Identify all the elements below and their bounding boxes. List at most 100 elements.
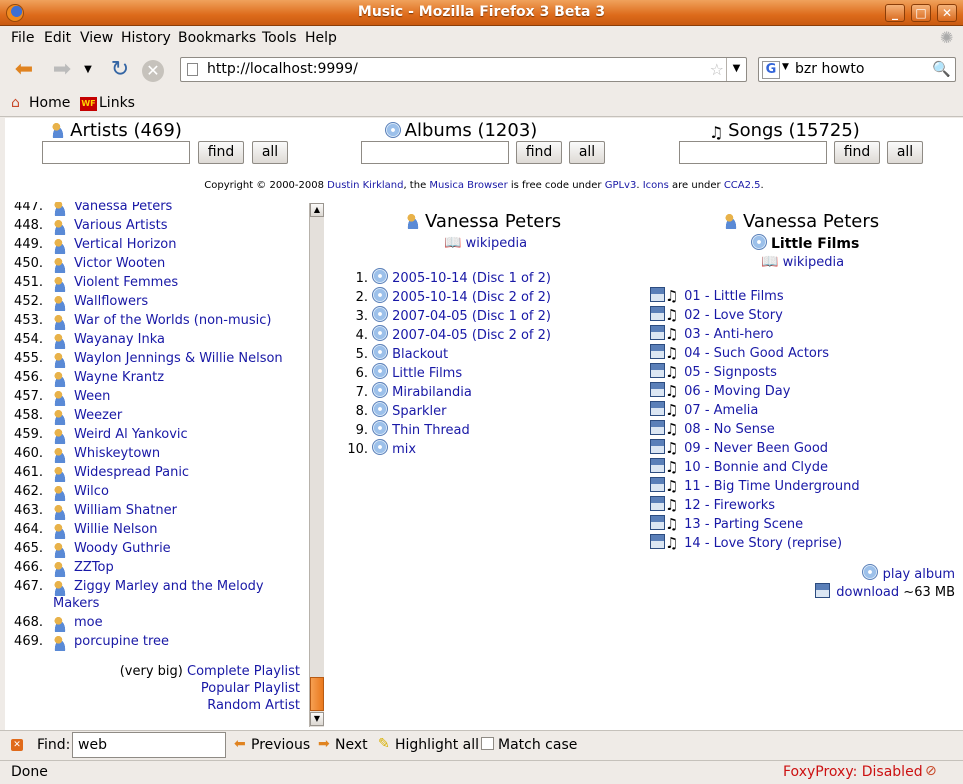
search-bar[interactable]: G ▼ bzr howto 🔍 — [758, 57, 956, 82]
menu-tools[interactable]: Tools — [262, 30, 297, 46]
download-album-link[interactable]: download — [836, 585, 899, 600]
url-text[interactable]: http://localhost:9999/ — [207, 61, 358, 77]
song-link[interactable]: 08 - No Sense — [684, 422, 775, 437]
foxyproxy-status[interactable]: FoxyProxy: Disabled — [783, 764, 923, 780]
highlight-icon[interactable]: ✎ — [378, 736, 390, 752]
artists-all-button[interactable]: all — [252, 141, 288, 164]
music-note-icon[interactable]: ♫ — [665, 325, 680, 343]
artist-link[interactable]: porcupine tree — [74, 634, 169, 649]
music-note-icon[interactable]: ♫ — [665, 287, 680, 305]
music-note-icon[interactable]: ♫ — [665, 344, 680, 362]
play-icon[interactable] — [861, 564, 878, 580]
song-link[interactable]: 02 - Love Story — [684, 308, 783, 323]
music-note-icon[interactable]: ♫ — [665, 496, 680, 514]
artist-link[interactable]: Wallflowers — [74, 294, 148, 309]
album-link[interactable]: mix — [392, 442, 416, 457]
artists-search-input[interactable] — [42, 141, 190, 164]
artist-link[interactable]: ZZTop — [74, 560, 114, 575]
back-icon[interactable]: ⬅ — [10, 56, 38, 84]
music-note-icon[interactable]: ♫ — [665, 401, 680, 419]
download-icon[interactable] — [650, 306, 665, 321]
download-icon[interactable] — [650, 344, 665, 359]
song-link[interactable]: 10 - Bonnie and Clyde — [684, 460, 828, 475]
menu-bookmarks[interactable]: Bookmarks — [178, 30, 256, 46]
download-icon[interactable] — [650, 439, 665, 454]
artist-link[interactable]: Wayanay Inka — [74, 332, 165, 347]
artist-link[interactable]: Ween — [74, 389, 110, 404]
bookmark-home[interactable]: Home — [29, 95, 70, 111]
music-note-icon[interactable]: ♫ — [665, 420, 680, 438]
artist-link[interactable]: Weezer — [74, 408, 122, 423]
album-link[interactable]: 2007-04-05 (Disc 1 of 2) — [392, 309, 551, 324]
artist-link-continued[interactable]: Makers — [53, 596, 99, 611]
albums-all-button[interactable]: all — [569, 141, 605, 164]
download-icon[interactable] — [650, 458, 665, 473]
artist-link[interactable]: Violent Femmes — [74, 275, 178, 290]
author-link[interactable]: Dustin Kirkland — [327, 180, 403, 191]
artist-link[interactable]: Wilco — [74, 484, 109, 499]
license-link[interactable]: GPLv3 — [605, 180, 637, 191]
match-case-label[interactable]: Match case — [498, 737, 577, 753]
artist-link[interactable]: Wayne Krantz — [74, 370, 164, 385]
download-icon[interactable] — [650, 477, 665, 492]
songs-find-button[interactable]: find — [834, 141, 880, 164]
artist-link[interactable]: Widespread Panic — [74, 465, 189, 480]
url-bar[interactable]: http://localhost:9999/ ☆ ▼ — [180, 57, 747, 82]
artist-link[interactable]: Woody Guthrie — [74, 541, 171, 556]
artist-link[interactable]: Ziggy Marley and the Melody — [74, 579, 264, 594]
album-link[interactable]: Little Films — [392, 366, 462, 381]
song-link[interactable]: 04 - Such Good Actors — [684, 346, 829, 361]
song-link[interactable]: 12 - Fireworks — [684, 498, 775, 513]
artist-link[interactable]: William Shatner — [74, 503, 177, 518]
menu-edit[interactable]: Edit — [44, 30, 71, 46]
artist-link[interactable]: Willie Nelson — [74, 522, 157, 537]
download-icon[interactable] — [650, 534, 665, 549]
menu-help[interactable]: Help — [305, 30, 337, 46]
song-link[interactable]: 05 - Signposts — [684, 365, 777, 380]
artist-link[interactable]: moe — [74, 615, 103, 630]
album-link[interactable]: 2007-04-05 (Disc 2 of 2) — [392, 328, 551, 343]
download-icon[interactable] — [650, 420, 665, 435]
artist-link[interactable]: Waylon Jennings & Willie Nelson — [74, 351, 283, 366]
song-link[interactable]: 07 - Amelia — [684, 403, 758, 418]
music-note-icon[interactable]: ♫ — [665, 515, 680, 533]
music-note-icon[interactable]: ♫ — [665, 439, 680, 457]
music-note-icon[interactable]: ♫ — [665, 458, 680, 476]
stop-icon[interactable]: ✕ — [142, 60, 164, 82]
icons-license-link[interactable]: CCA2.5 — [724, 180, 761, 191]
songs-all-button[interactable]: all — [887, 141, 923, 164]
find-previous-button[interactable]: Previous — [251, 737, 310, 753]
download-icon[interactable] — [650, 325, 665, 340]
popular-playlist-link[interactable]: Popular Playlist — [201, 681, 300, 696]
url-dropdown-icon[interactable]: ▼ — [726, 58, 746, 81]
play-album-link[interactable]: play album — [883, 567, 955, 582]
album-link[interactable]: Mirabilandia — [392, 385, 472, 400]
find-next-button[interactable]: Next — [335, 737, 368, 753]
song-link[interactable]: 03 - Anti-hero — [684, 327, 773, 342]
album-link[interactable]: Sparkler — [392, 404, 446, 419]
artist-wikipedia-link[interactable]: wikipedia — [466, 236, 527, 251]
search-input[interactable]: bzr howto — [795, 61, 864, 77]
scroll-thumb[interactable] — [310, 677, 324, 711]
download-icon[interactable] — [650, 287, 665, 302]
song-link[interactable]: 09 - Never Been Good — [684, 441, 828, 456]
match-case-checkbox[interactable] — [481, 737, 494, 750]
highlight-all-button[interactable]: Highlight all — [395, 737, 479, 753]
albums-find-button[interactable]: find — [516, 141, 562, 164]
artists-find-button[interactable]: find — [198, 141, 244, 164]
menu-history[interactable]: History — [121, 30, 171, 46]
album-link[interactable]: Thin Thread — [392, 423, 470, 438]
album-link[interactable]: 2005-10-14 (Disc 1 of 2) — [392, 271, 551, 286]
previous-icon[interactable]: ⬅ — [234, 736, 246, 752]
download-icon[interactable] — [650, 363, 665, 378]
music-note-icon[interactable]: ♫ — [665, 363, 680, 381]
artist-link[interactable]: War of the Worlds (non-music) — [74, 313, 271, 328]
close-find-icon[interactable]: ✕ — [11, 739, 23, 751]
music-note-icon[interactable]: ♫ — [665, 477, 680, 495]
find-input[interactable]: web — [72, 732, 226, 758]
song-link[interactable]: 01 - Little Films — [684, 289, 783, 304]
song-link[interactable]: 13 - Parting Scene — [684, 517, 803, 532]
bookmark-links[interactable]: Links — [99, 95, 135, 111]
complete-playlist-link[interactable]: Complete Playlist — [187, 664, 300, 679]
album-wikipedia-link[interactable]: wikipedia — [783, 255, 844, 270]
